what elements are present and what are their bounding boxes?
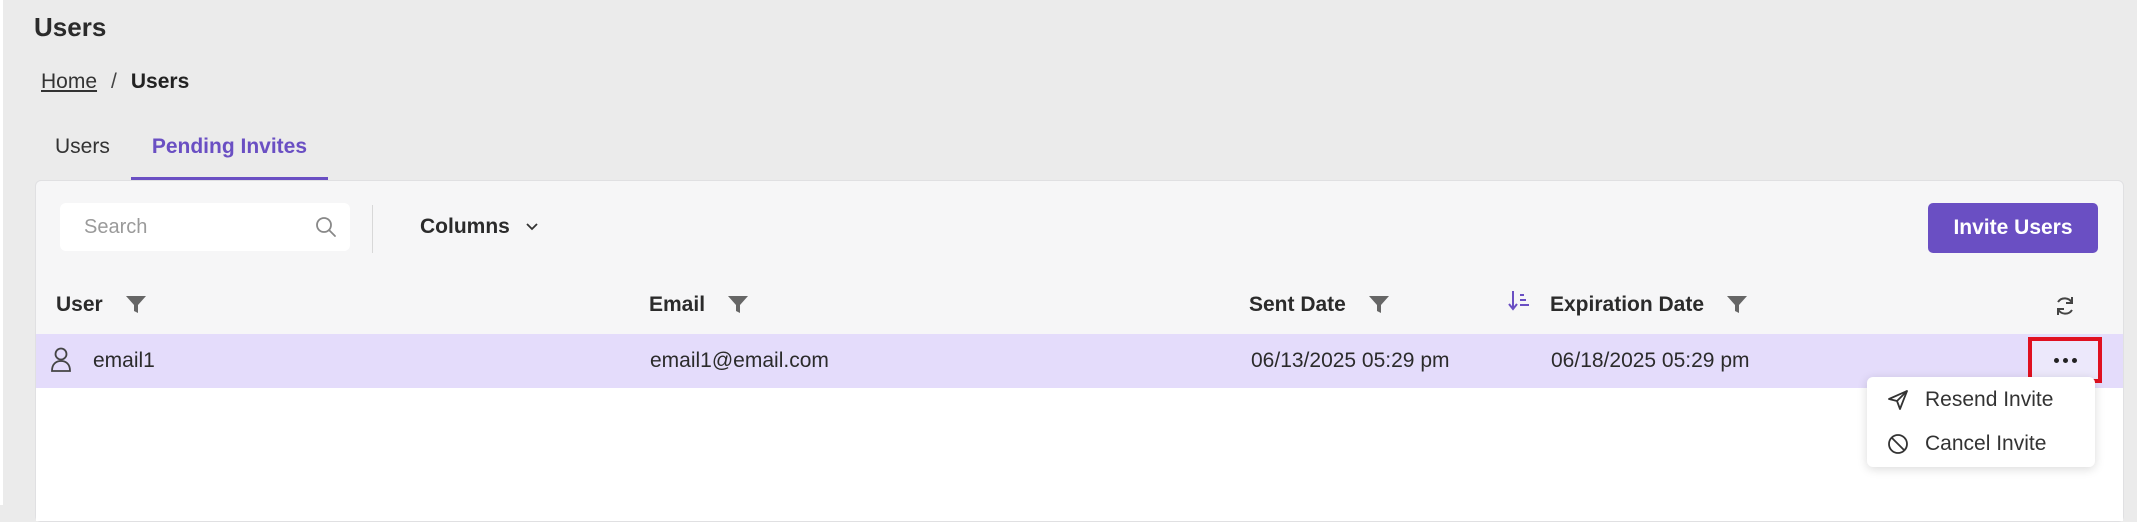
more-icon <box>2053 357 2059 363</box>
cell-expiration-date: 06/18/2025 05:29 pm <box>1551 349 1750 372</box>
page-title: Users <box>34 12 107 42</box>
breadcrumb: Home / Users <box>41 70 189 94</box>
refresh-icon[interactable] <box>2053 294 2077 318</box>
sort-icon[interactable] <box>1508 289 1530 313</box>
search-icon[interactable] <box>314 215 338 239</box>
menu-item-cancel-label: Cancel Invite <box>1925 432 2047 455</box>
invite-users-button[interactable]: Invite Users <box>1928 203 2098 253</box>
column-header-sent-date-label: Sent Date <box>1249 293 1346 316</box>
tab-pending-invites[interactable]: Pending Invites <box>130 120 329 180</box>
columns-label: Columns <box>420 215 510 238</box>
search-box <box>60 203 350 251</box>
cell-user: email1 <box>93 349 155 372</box>
columns-dropdown[interactable]: Columns <box>420 215 540 239</box>
breadcrumb-home-link[interactable]: Home <box>41 70 97 94</box>
tab-users[interactable]: Users <box>34 120 131 180</box>
cell-email: email1@email.com <box>650 349 829 372</box>
column-header-sent-date: Sent Date <box>1249 293 1390 317</box>
row-actions-menu: Resend Invite Cancel Invite <box>1867 377 2095 467</box>
toolbar-divider <box>372 205 373 253</box>
send-icon <box>1888 390 1908 410</box>
menu-item-cancel-invite[interactable]: Cancel Invite <box>1867 422 2095 466</box>
filter-icon[interactable] <box>1726 295 1748 315</box>
user-icon <box>51 347 71 372</box>
column-header-email-label: Email <box>649 293 706 316</box>
column-header-email: Email <box>649 293 749 317</box>
search-input[interactable] <box>82 215 306 240</box>
column-header-user: User <box>56 293 147 317</box>
filter-icon[interactable] <box>1368 295 1390 315</box>
cancel-icon <box>1888 434 1908 454</box>
breadcrumb-separator: / <box>111 70 117 93</box>
menu-item-resend-invite[interactable]: Resend Invite <box>1867 378 2095 422</box>
column-header-expiration-date-label: Expiration Date <box>1550 293 1705 316</box>
left-edge <box>0 0 3 505</box>
cell-sent-date: 06/13/2025 05:29 pm <box>1251 349 1450 372</box>
filter-icon[interactable] <box>727 295 749 315</box>
tab-bar: Users Pending Invites <box>34 120 329 180</box>
menu-item-resend-label: Resend Invite <box>1925 388 2054 411</box>
filter-icon[interactable] <box>125 295 147 315</box>
breadcrumb-current: Users <box>130 70 190 93</box>
column-header-expiration-date: Expiration Date <box>1550 293 1748 317</box>
invites-panel: Columns Invite Users User Email Sent Dat… <box>35 180 2124 522</box>
table-row[interactable]: email1 email1@email.com 06/13/2025 05:29… <box>36 334 2123 388</box>
column-header-user-label: User <box>56 293 103 316</box>
chevron-down-icon <box>526 223 538 231</box>
